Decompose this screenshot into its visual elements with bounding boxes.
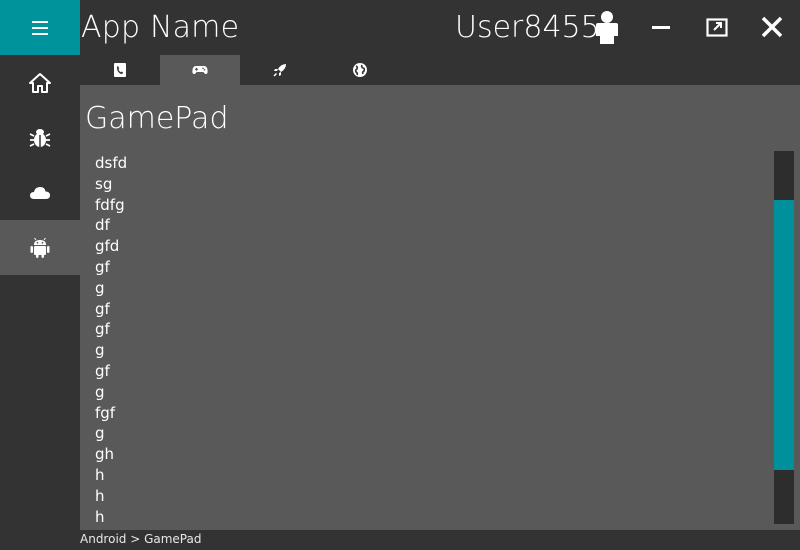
menu-button[interactable]	[0, 0, 80, 55]
tab-bar	[80, 55, 400, 85]
list-item[interactable]: gf	[95, 361, 127, 382]
list-item[interactable]: g	[95, 423, 127, 444]
content-panel: GamePad dsfd sg fdfg df gfd gf g gf gf g gf g fgf g gh…	[80, 85, 800, 530]
sidebar-item-home[interactable]	[0, 55, 80, 110]
scrollbar-thumb[interactable]	[774, 200, 794, 470]
list-item[interactable]: sg	[95, 174, 127, 195]
tab-gamepad[interactable]	[160, 55, 240, 85]
page-title: GamePad	[85, 101, 229, 136]
tab-globe[interactable]	[320, 55, 400, 85]
cloud-icon	[30, 186, 50, 199]
list-item[interactable]: g	[95, 278, 127, 299]
user-icon[interactable]	[591, 10, 623, 44]
close-icon	[761, 16, 783, 38]
list-item[interactable]: h	[95, 507, 127, 528]
tab-phone[interactable]	[80, 55, 160, 85]
minimize-button[interactable]	[646, 12, 676, 42]
rocket-icon	[273, 64, 286, 77]
list-item[interactable]: h	[95, 486, 127, 507]
list-item[interactable]: fdfg	[95, 195, 127, 216]
restore-icon	[706, 18, 728, 37]
list-item[interactable]: g	[95, 340, 127, 361]
sidebar-item-cloud[interactable]	[0, 165, 80, 220]
tab-rocket[interactable]	[240, 55, 320, 85]
globe-icon	[353, 63, 367, 77]
breadcrumb: Android > GamePad	[80, 532, 202, 546]
bug-icon	[29, 128, 51, 147]
list-item[interactable]: gfd	[95, 236, 127, 257]
list-item[interactable]: h	[95, 465, 127, 486]
hamburger-icon	[32, 19, 48, 37]
list-item[interactable]: dsfd	[95, 153, 127, 174]
item-list[interactable]: dsfd sg fdfg df gfd gf g gf gf g gf g fgf g gh h h h	[95, 153, 127, 527]
list-item[interactable]: gh	[95, 444, 127, 465]
list-item[interactable]: gf	[95, 257, 127, 278]
sidebar-item-android[interactable]	[0, 220, 80, 275]
restore-button[interactable]	[702, 12, 732, 42]
username: User8455	[455, 10, 600, 45]
sidebar-item-bug[interactable]	[0, 110, 80, 165]
android-icon	[30, 237, 50, 258]
phone-icon	[114, 63, 126, 77]
home-icon	[29, 72, 51, 93]
list-item[interactable]: fgf	[95, 403, 127, 424]
list-item[interactable]: gf	[95, 299, 127, 320]
gamepad-icon	[192, 66, 208, 74]
sidebar	[0, 55, 80, 550]
list-item[interactable]: gf	[95, 319, 127, 340]
close-button[interactable]	[757, 12, 787, 42]
minimize-icon	[652, 26, 670, 29]
list-item[interactable]: df	[95, 215, 127, 236]
list-item[interactable]: g	[95, 382, 127, 403]
app-title: App Name	[81, 10, 240, 45]
